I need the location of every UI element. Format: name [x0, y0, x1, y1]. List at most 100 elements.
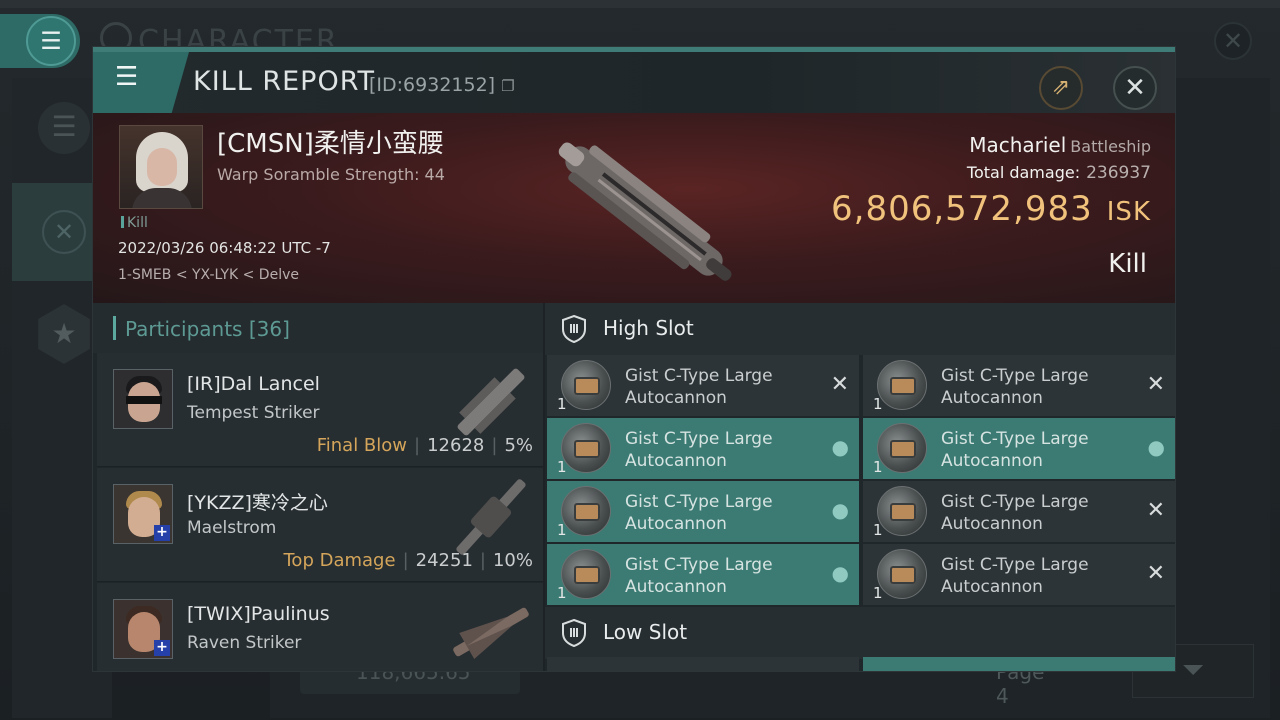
participants-count: [36]: [248, 317, 290, 341]
close-button[interactable]: ✕: [1113, 66, 1157, 110]
participant-ship: Tempest Striker: [187, 403, 320, 423]
pilot-icon: ●: [831, 498, 849, 522]
module-qty: 1: [557, 458, 567, 476]
participant-ship: Maelstrom: [187, 518, 277, 538]
ship-name[interactable]: Machariel Battleship: [969, 133, 1151, 157]
participant-stats: Top Damage | 24251 | 10%: [283, 550, 534, 571]
module-name: Gist C-Type Large Autocannon: [941, 555, 1089, 597]
participant-name: [IR]Dal Lancel: [187, 373, 320, 395]
close-icon: ✕: [1124, 73, 1146, 103]
module-qty: 1: [557, 521, 567, 539]
module-qty: 1: [557, 584, 567, 602]
low-slot-header: Low Slot: [545, 607, 1175, 659]
background-close-icon[interactable]: ✕: [1214, 22, 1252, 60]
destroyed-icon: ✕: [830, 372, 849, 397]
high-slot-label: High Slot: [603, 316, 694, 340]
kill-result: Kill: [1108, 249, 1147, 279]
alliance-plus-icon: +: [154, 640, 170, 656]
autocannon-icon: [561, 360, 611, 410]
pilot-icon: ●: [1147, 435, 1165, 459]
participant-damage: 24251: [415, 550, 473, 571]
sidebar-list-icon[interactable]: ☰: [38, 102, 90, 154]
victim-portrait[interactable]: [119, 125, 203, 209]
participant-portrait[interactable]: +: [113, 599, 173, 659]
module-qty: 1: [873, 458, 883, 476]
autocannon-icon: [877, 360, 927, 410]
module-item[interactable]: 1 Gist C-Type Large Autocannon ●: [547, 418, 859, 479]
module-name: Gist C-Type Large Autocannon: [625, 366, 773, 408]
module-item[interactable]: 1 Gist C-Type Large Autocannon ●: [547, 481, 859, 542]
kill-location[interactable]: 1-SMEB < YX-LYK < Delve: [118, 267, 299, 283]
participant-percent: 10%: [492, 550, 533, 571]
participant-ship-image: [453, 607, 529, 659]
autocannon-icon: [561, 486, 611, 536]
share-icon: ⇗: [1051, 75, 1071, 100]
total-damage: Total damage: 236937: [967, 163, 1151, 183]
kill-datetime: 2022/03/26 06:48:22 UTC -7: [118, 239, 331, 257]
module-item[interactable]: 1 Gist C-Type Large Autocannon ✕: [863, 355, 1175, 416]
victim-ship-image[interactable]: [529, 119, 759, 303]
kill-id[interactable]: [ID:6932152] ❐: [369, 74, 515, 96]
alliance-plus-icon: +: [154, 525, 170, 541]
isk-amount: 6,806,572,983: [831, 189, 1093, 229]
module-item-partial[interactable]: [863, 657, 1175, 671]
participants-header: Participants [36]: [93, 303, 543, 353]
autocannon-icon: [561, 423, 611, 473]
copy-icon[interactable]: ❐: [501, 77, 514, 95]
module-item-partial[interactable]: [547, 657, 859, 671]
module-item[interactable]: 1 Gist C-Type Large Autocannon ✕: [547, 355, 859, 416]
ship-name-text: Machariel: [969, 133, 1067, 157]
destroyed-icon: ✕: [1146, 372, 1165, 397]
participants-panel: Participants [36] [IR]Dal Lancel Tempest…: [93, 303, 543, 671]
participant-percent: 5%: [504, 435, 533, 456]
participants-label: Participants: [125, 317, 243, 341]
victim-name[interactable]: [CMSN]柔情小蛮腰: [217, 123, 444, 160]
main-menu-button[interactable]: ☰: [0, 14, 80, 68]
autocannon-icon: [877, 486, 927, 536]
destroyed-icon: ✕: [1146, 561, 1165, 586]
crossed-swords-icon: ✕: [42, 210, 86, 254]
dialog-title: KILL REPORT: [193, 66, 375, 97]
pilot-icon: ●: [831, 435, 849, 459]
autocannon-icon: [561, 549, 611, 599]
module-name: Gist C-Type Large Autocannon: [941, 366, 1089, 408]
participant-ship: Raven Striker: [187, 633, 302, 653]
total-damage-label: Total damage:: [966, 163, 1081, 182]
kill-report-dialog: ☰ KILL REPORT [ID:6932152] ❐ ⇗ ✕ [CMSN]柔…: [92, 46, 1176, 672]
share-button[interactable]: ⇗: [1039, 66, 1083, 110]
menu-icon: ☰: [115, 62, 139, 92]
participant-row[interactable]: + [TWIX]Paulinus Raven Striker: [97, 583, 543, 671]
module-name: Gist C-Type Large Autocannon: [941, 492, 1089, 534]
dialog-menu-button[interactable]: ☰: [93, 52, 189, 113]
isk-unit: ISK: [1106, 197, 1151, 227]
participant-name: [TWIX]Paulinus: [187, 603, 330, 625]
participant-portrait[interactable]: [113, 369, 173, 429]
module-item[interactable]: 1 Gist C-Type Large Autocannon ✕: [863, 481, 1175, 542]
module-item[interactable]: 1 Gist C-Type Large Autocannon ●: [863, 418, 1175, 479]
module-item[interactable]: 1 Gist C-Type Large Autocannon ✕: [863, 544, 1175, 605]
background-topbar: [0, 0, 1280, 8]
total-damage-value: 236937: [1086, 163, 1151, 183]
participant-portrait[interactable]: +: [113, 484, 173, 544]
shield-slot-icon: [562, 315, 586, 343]
isk-value: 6,806,572,983 ISK: [831, 189, 1151, 229]
final-blow-tag: Final Blow: [316, 435, 408, 456]
participant-row[interactable]: + [YKZZ]寒冷之心 Maelstrom Top Damage | 24251 |…: [97, 468, 543, 582]
participant-row[interactable]: [IR]Dal Lancel Tempest Striker Final Blo…: [97, 353, 543, 467]
victim-banner: [CMSN]柔情小蛮腰 Warp Soramble Strength: 44 K…: [93, 113, 1175, 303]
kill-tag: Kill: [121, 215, 148, 231]
module-name: Gist C-Type Large Autocannon: [625, 555, 773, 597]
shield-slot-icon: [562, 619, 586, 647]
menu-icon: ☰: [26, 16, 76, 66]
participant-stats: Final Blow | 12628 | 5%: [316, 435, 533, 456]
victim-subtitle: Warp Soramble Strength: 44: [217, 165, 445, 184]
module-qty: 1: [557, 395, 567, 413]
module-name: Gist C-Type Large Autocannon: [625, 429, 773, 471]
module-item[interactable]: 1 Gist C-Type Large Autocannon ●: [547, 544, 859, 605]
module-name: Gist C-Type Large Autocannon: [625, 492, 773, 534]
participant-name: [YKZZ]寒冷之心: [187, 492, 328, 514]
autocannon-icon: [877, 549, 927, 599]
autocannon-icon: [877, 423, 927, 473]
participant-damage: 12628: [427, 435, 485, 456]
dialog-header: ☰ KILL REPORT [ID:6932152] ❐ ⇗ ✕: [93, 47, 1175, 113]
